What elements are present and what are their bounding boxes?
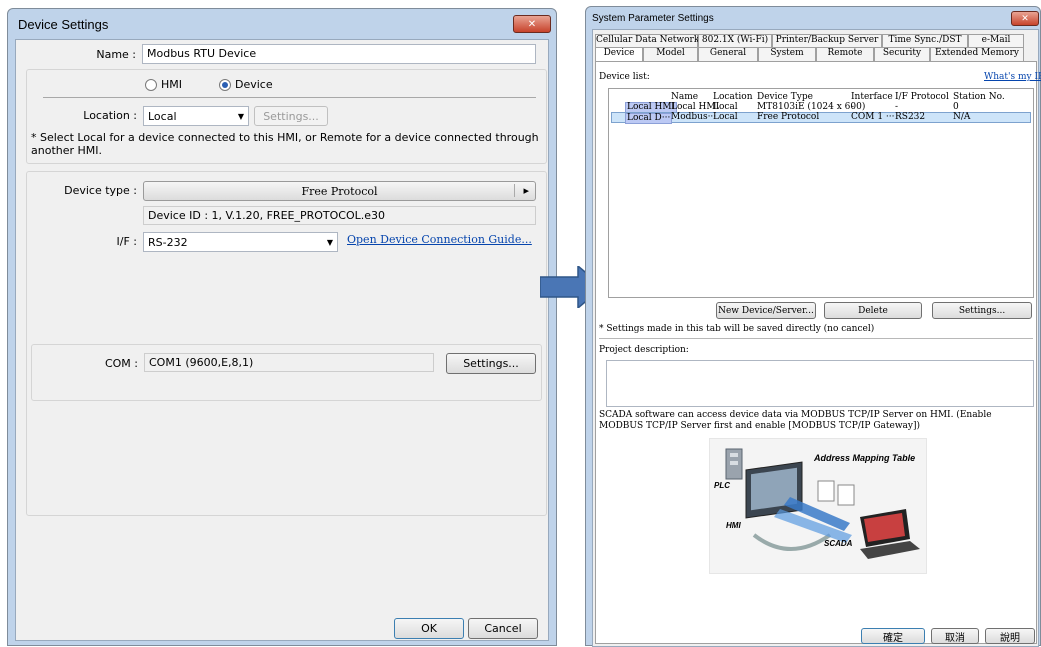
project-description-divider bbox=[599, 338, 1033, 339]
name-label: Name : bbox=[96, 48, 136, 61]
radio-device[interactable]: Device bbox=[219, 78, 273, 91]
chevron-down-icon: ▼ bbox=[237, 111, 244, 121]
window-title: Device Settings bbox=[18, 17, 109, 32]
location-group: HMI Device Location : Local ▼ Settings..… bbox=[26, 69, 547, 164]
project-description-field[interactable] bbox=[606, 360, 1034, 407]
column-header[interactable]: Location bbox=[713, 92, 753, 102]
address-mapping-diagram: Address Mapping Table PLC HMI SCADA bbox=[709, 438, 927, 574]
row-protocol: - bbox=[895, 102, 899, 112]
diagram-hmi-label: HMI bbox=[726, 521, 741, 530]
column-header[interactable]: Device Type bbox=[757, 92, 813, 102]
chevron-right-icon: ▸ bbox=[514, 184, 529, 197]
cancel-button[interactable]: Cancel bbox=[468, 618, 538, 639]
com-label: COM : bbox=[104, 357, 138, 370]
radio-hmi[interactable]: HMI bbox=[145, 78, 182, 91]
location-label: Location : bbox=[83, 109, 137, 122]
device-list: Name Location Device Type Interface I/F … bbox=[608, 88, 1034, 298]
row-type: MT8103iE (1024 x 600) bbox=[757, 102, 866, 112]
location-value: Local bbox=[148, 109, 177, 123]
device-id-field: Device ID : 1, V.1.20, FREE_PROTOCOL.e30 bbox=[143, 206, 536, 225]
table-row[interactable]: Local HMI Local HMI Local MT8103iE (1024… bbox=[611, 102, 1031, 113]
tabs-bottom-row: Device Model General System Remote Secur… bbox=[595, 47, 1024, 61]
com-settings-button[interactable]: Settings... bbox=[446, 353, 536, 374]
column-header[interactable]: Interface bbox=[851, 92, 893, 102]
close-button[interactable]: ✕ bbox=[1011, 11, 1039, 26]
diagram-title: Address Mapping Table bbox=[814, 453, 916, 463]
scada-description: SCADA software can access device data vi… bbox=[599, 410, 992, 431]
row-type: Free Protocol bbox=[757, 112, 820, 122]
com-group: COM : COM1 (9600,E,8,1) Settings... bbox=[31, 344, 542, 401]
row-location: Local bbox=[713, 112, 738, 122]
row-station: 0 bbox=[953, 102, 959, 112]
tab-model[interactable]: Model bbox=[643, 47, 698, 61]
if-select[interactable]: RS-232 ▼ bbox=[143, 232, 338, 252]
chevron-down-icon: ▼ bbox=[326, 237, 333, 247]
row-name: Local HMI bbox=[671, 102, 720, 112]
settings-note: * Settings made in this tab will be save… bbox=[599, 324, 875, 334]
tab-printer-backup-server[interactable]: Printer/Backup Server bbox=[772, 34, 882, 47]
row-interface: COM 1 ··· bbox=[851, 112, 895, 122]
row-interface: - bbox=[851, 102, 855, 112]
new-device-server-button[interactable]: New Device/Server... bbox=[716, 302, 816, 319]
row-station: N/A bbox=[953, 112, 971, 122]
device-connection-guide-link[interactable]: Open Device Connection Guide... bbox=[347, 233, 532, 246]
system-parameter-client: Cellular Data Network 802.1X (Wi-Fi) Pri… bbox=[592, 29, 1041, 647]
close-button[interactable]: ✕ bbox=[513, 15, 551, 33]
device-type-value: Free Protocol bbox=[301, 184, 378, 198]
location-settings-button[interactable]: Settings... bbox=[254, 106, 328, 126]
tab-cellular-data-network[interactable]: Cellular Data Network bbox=[595, 34, 699, 47]
ok-button[interactable]: OK bbox=[394, 618, 464, 639]
device-type-selector[interactable]: Free Protocol ▸ bbox=[143, 181, 536, 201]
radio-hmi-circle bbox=[145, 78, 157, 91]
window-title: System Parameter Settings bbox=[592, 13, 714, 24]
column-header[interactable]: I/F Protocol bbox=[895, 92, 949, 102]
tabs-top-row: Cellular Data Network 802.1X (Wi-Fi) Pri… bbox=[595, 34, 1024, 47]
help-button[interactable]: 說明 bbox=[985, 628, 1035, 644]
row-protocol: RS232 bbox=[895, 112, 926, 122]
diagram-scada-label: SCADA bbox=[824, 539, 853, 548]
tab-802-1x[interactable]: 802.1X (Wi-Fi) bbox=[698, 34, 772, 47]
if-label: I/F : bbox=[116, 235, 137, 248]
tab-system[interactable]: System bbox=[758, 47, 816, 61]
diagram-plc-label: PLC bbox=[714, 481, 730, 490]
row-name: Modbus··· bbox=[671, 112, 717, 122]
tab-extended-memory[interactable]: Extended Memory bbox=[930, 47, 1024, 61]
com-field: COM1 (9600,E,8,1) bbox=[144, 353, 434, 372]
ok-button[interactable]: 確定 bbox=[861, 628, 925, 644]
table-row[interactable]: Local D··· Modbus··· Local Free Protocol… bbox=[611, 112, 1031, 124]
tab-device[interactable]: Device bbox=[595, 47, 643, 61]
device-settings-titlebar: Device Settings ✕ bbox=[8, 9, 556, 39]
column-header[interactable]: Name bbox=[671, 92, 698, 102]
tab-e-mail[interactable]: e-Mail bbox=[968, 34, 1024, 47]
system-parameter-window: System Parameter Settings ✕ Cellular Dat… bbox=[585, 6, 1041, 647]
name-field[interactable]: Modbus RTU Device bbox=[142, 44, 536, 64]
tab-security[interactable]: Security bbox=[874, 47, 930, 61]
radio-hmi-label: HMI bbox=[161, 78, 183, 91]
location-note: * Select Local for a device connected to… bbox=[31, 131, 539, 157]
close-icon: ✕ bbox=[527, 18, 537, 30]
project-description-label: Project description: bbox=[599, 345, 689, 355]
radio-device-label: Device bbox=[235, 78, 273, 91]
row-location: Local bbox=[713, 102, 738, 112]
column-header[interactable]: Station No. bbox=[953, 92, 1005, 102]
radio-device-circle bbox=[219, 78, 231, 91]
device-settings-client: Name : Modbus RTU Device HMI Device Loca… bbox=[15, 39, 549, 641]
device-tab-panel: Device list: What's my IP? Name Location… bbox=[595, 61, 1041, 644]
close-icon: ✕ bbox=[1021, 13, 1029, 24]
row-tag: Local D··· bbox=[625, 113, 673, 124]
tab-remote[interactable]: Remote bbox=[816, 47, 874, 61]
device-list-label: Device list: bbox=[599, 72, 650, 82]
device-type-group: Device type : Free Protocol ▸ Device ID … bbox=[26, 171, 547, 516]
tab-time-sync-dst[interactable]: Time Sync./DST bbox=[882, 34, 968, 47]
tab-general[interactable]: General bbox=[698, 47, 758, 61]
device-settings-button[interactable]: Settings... bbox=[932, 302, 1032, 319]
cancel-button[interactable]: 取消 bbox=[931, 628, 979, 644]
device-type-label: Device type : bbox=[64, 184, 137, 197]
location-divider bbox=[43, 97, 536, 98]
device-settings-window: Device Settings ✕ Name : Modbus RTU Devi… bbox=[7, 8, 557, 646]
if-value: RS-232 bbox=[148, 235, 188, 249]
delete-button[interactable]: Delete bbox=[824, 302, 922, 319]
whats-my-ip-link[interactable]: What's my IP? bbox=[984, 72, 1041, 82]
location-select[interactable]: Local ▼ bbox=[143, 106, 249, 126]
